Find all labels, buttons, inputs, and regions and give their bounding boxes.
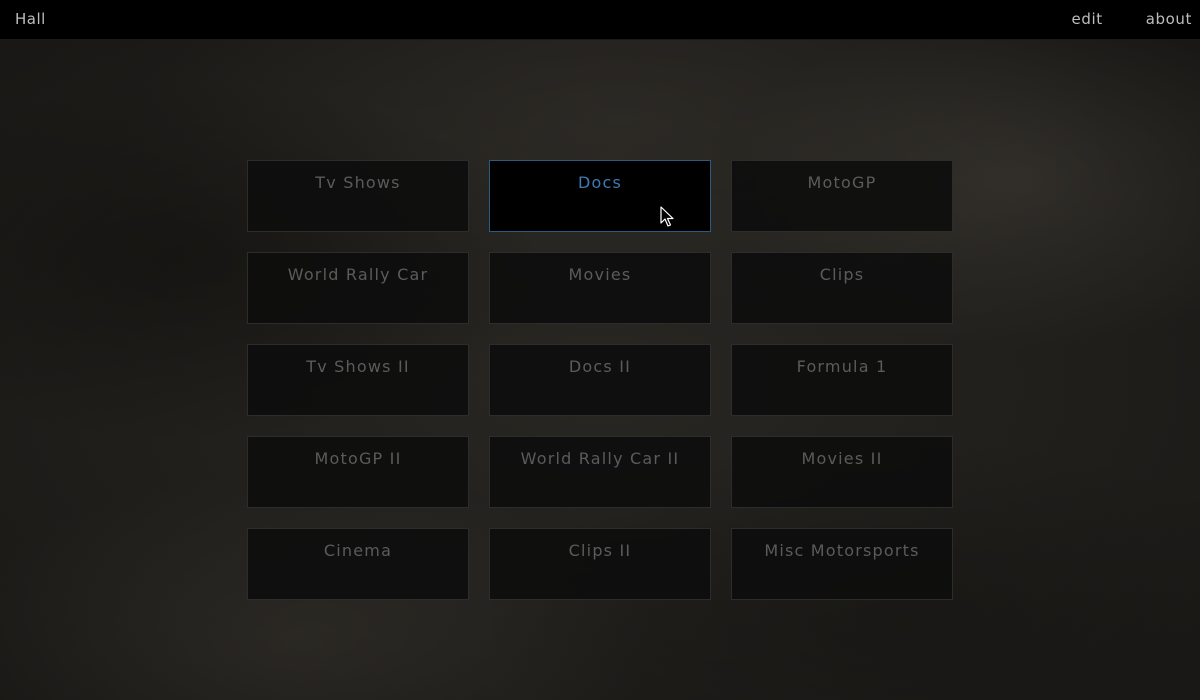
tile-motogp-ii[interactable]: MotoGP II — [247, 436, 469, 508]
mouse-pointer-icon — [660, 206, 674, 227]
tile-docs-ii[interactable]: Docs II — [489, 344, 711, 416]
tile-label: Clips — [819, 265, 865, 284]
tile-label: World Rally Car II — [520, 449, 680, 468]
tile-clips[interactable]: Clips — [731, 252, 953, 324]
tile-label: Docs II — [568, 357, 632, 376]
tile-label: Formula 1 — [796, 357, 888, 376]
tile-movies-ii[interactable]: Movies II — [731, 436, 953, 508]
about-link[interactable]: about — [1146, 10, 1192, 28]
category-grid: Tv Shows Docs MotoGP World Rally Car Mov… — [247, 160, 953, 600]
tile-tv-shows-ii[interactable]: Tv Shows II — [247, 344, 469, 416]
tile-label: Misc Motorsports — [764, 541, 920, 560]
tile-label: World Rally Car — [287, 265, 429, 284]
tile-formula-1[interactable]: Formula 1 — [731, 344, 953, 416]
tile-label: MotoGP — [807, 173, 877, 192]
tile-label: MotoGP II — [314, 449, 402, 468]
tile-motogp[interactable]: MotoGP — [731, 160, 953, 232]
tile-label: Clips II — [568, 541, 632, 560]
tile-label: Docs — [577, 173, 623, 192]
tile-label: Tv Shows II — [306, 357, 410, 376]
tile-clips-ii[interactable]: Clips II — [489, 528, 711, 600]
tile-label: Movies II — [801, 449, 883, 468]
tile-world-rally-car[interactable]: World Rally Car — [247, 252, 469, 324]
edit-link[interactable]: edit — [1072, 10, 1103, 28]
tile-world-rally-car-ii[interactable]: World Rally Car II — [489, 436, 711, 508]
tile-cinema[interactable]: Cinema — [247, 528, 469, 600]
tile-misc-motorsports[interactable]: Misc Motorsports — [731, 528, 953, 600]
tile-movies[interactable]: Movies — [489, 252, 711, 324]
top-bar: Hall edit about — [0, 0, 1200, 40]
tile-label: Cinema — [323, 541, 393, 560]
tile-tv-shows[interactable]: Tv Shows — [247, 160, 469, 232]
app-title[interactable]: Hall — [15, 10, 46, 28]
tile-label: Tv Shows — [315, 173, 401, 192]
top-nav: edit about — [1072, 10, 1200, 28]
tile-docs[interactable]: Docs — [489, 160, 711, 232]
tile-label: Movies — [568, 265, 632, 284]
